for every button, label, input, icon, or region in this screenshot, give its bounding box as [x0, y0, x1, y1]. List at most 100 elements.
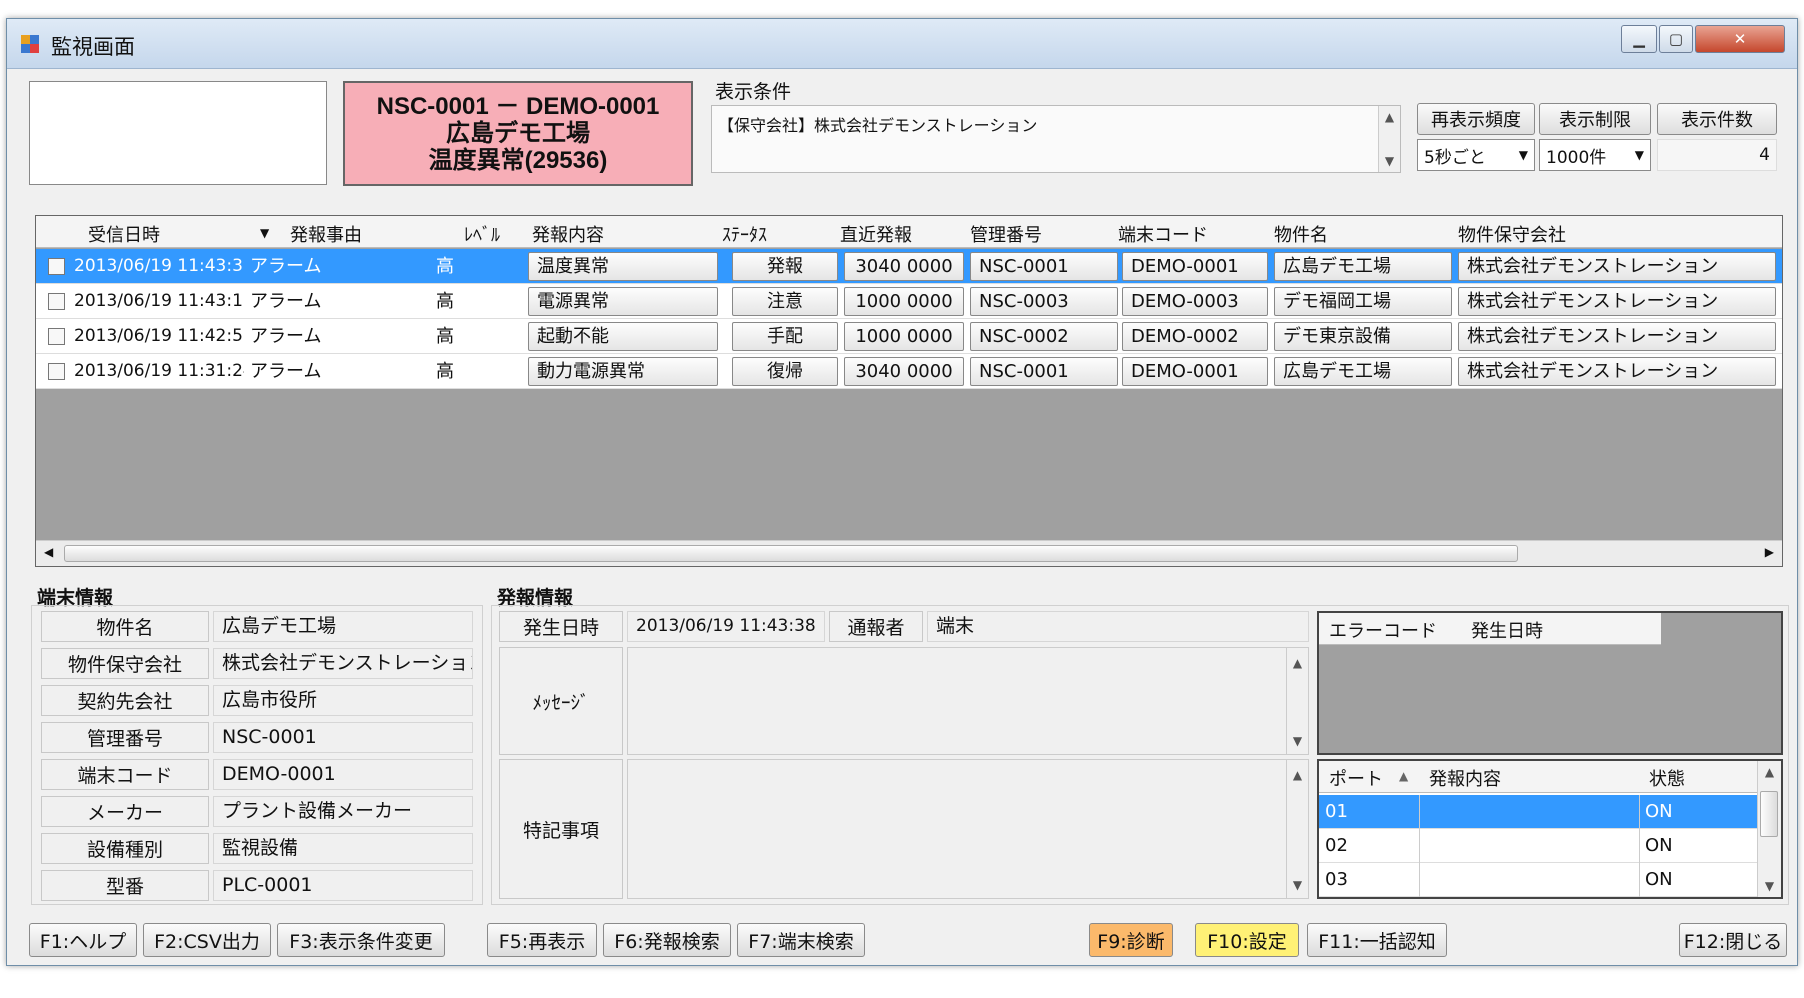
col-mgmt[interactable]: 管理番号 [970, 221, 1042, 247]
col-property[interactable]: 物件名 [1274, 221, 1328, 247]
message-scrollbar[interactable]: ▲ ▼ [1286, 648, 1308, 754]
col-port-state[interactable]: 状態 [1649, 765, 1685, 791]
f6-alarm-search-button[interactable]: F6:発報検索 [603, 923, 731, 957]
display-limit-select[interactable]: 1000件 ▼ [1539, 139, 1651, 171]
f3-condition-button[interactable]: F3:表示条件変更 [277, 923, 445, 957]
terminal-button[interactable]: DEMO-0002 [1122, 322, 1268, 351]
level-cell: 高 [436, 291, 454, 312]
table-row[interactable]: 2013/06/19 11:43:39 アラーム 高 温度異常 発報 3040 0000 N… [36, 249, 1782, 284]
list-item[interactable]: 03 ON [1319, 863, 1759, 897]
message-textbox[interactable]: ▲ ▼ [627, 647, 1309, 755]
table-row[interactable]: 2013/06/19 11:43:17 アラーム 高 電源異常 注意 1000 0000 N… [36, 284, 1782, 319]
refresh-rate-button[interactable]: 再表示頻度 [1417, 103, 1535, 135]
col-received[interactable]: 受信日時 [88, 221, 160, 247]
maximize-icon[interactable]: ▢ [1659, 25, 1693, 53]
row-checkbox[interactable] [48, 363, 65, 380]
refresh-rate-select[interactable]: 5秒ごと ▼ [1417, 139, 1535, 171]
company-button[interactable]: 株式会社デモンストレーション [1458, 287, 1776, 316]
company-button[interactable]: 株式会社デモンストレーション [1458, 252, 1776, 281]
scroll-left-icon[interactable]: ◀ [44, 545, 53, 559]
level-cell: 高 [436, 256, 454, 277]
scroll-up-icon[interactable]: ▲ [1287, 768, 1308, 782]
scroll-down-icon[interactable]: ▼ [1287, 878, 1308, 892]
status-button[interactable]: 発報 [732, 252, 838, 281]
content-button[interactable]: 起動不能 [528, 322, 718, 351]
list-item[interactable]: 01 ON [1319, 795, 1759, 829]
f9-diagnose-button[interactable]: F9:診断 [1089, 923, 1173, 957]
table-row[interactable]: 2013/06/19 11:42:50 アラーム 高 起動不能 手配 1000 0000 N… [36, 319, 1782, 354]
col-error-date[interactable]: 発生日時 [1471, 617, 1543, 643]
recent-button[interactable]: 1000 0000 [844, 287, 964, 316]
scroll-down-icon[interactable]: ▼ [1379, 154, 1400, 168]
col-terminal[interactable]: 端末コード [1118, 221, 1208, 247]
row-checkbox[interactable] [48, 293, 65, 310]
occurrence-date-value: 2013/06/19 11:43:38 [627, 611, 825, 642]
status-button[interactable]: 手配 [732, 322, 838, 351]
recent-button[interactable]: 1000 0000 [844, 322, 964, 351]
row-checkbox[interactable] [48, 328, 65, 345]
close-icon[interactable]: ✕ [1695, 25, 1785, 53]
col-recent[interactable]: 直近発報 [840, 221, 912, 247]
list-item[interactable]: 02 ON [1319, 829, 1759, 863]
col-port-content[interactable]: 発報内容 [1429, 765, 1501, 791]
col-error-code[interactable]: エラーコード [1329, 617, 1437, 643]
notes-textbox[interactable]: ▲ ▼ [627, 759, 1309, 899]
status-button[interactable]: 注意 [732, 287, 838, 316]
property-button[interactable]: デモ福岡工場 [1274, 287, 1452, 316]
col-company[interactable]: 物件保守会社 [1458, 221, 1566, 247]
minimize-icon[interactable]: ▁ [1621, 25, 1657, 53]
terminal-field-label: 物件名 [41, 611, 209, 642]
scroll-right-icon[interactable]: ▶ [1765, 545, 1774, 559]
company-button[interactable]: 株式会社デモンストレーション [1458, 322, 1776, 351]
terminal-button[interactable]: DEMO-0001 [1122, 357, 1268, 386]
filter-text-box[interactable]: 【保守会社】株式会社デモンストレーション ▲ ▼ [711, 105, 1401, 173]
notes-scrollbar[interactable]: ▲ ▼ [1286, 760, 1308, 898]
mgmt-button[interactable]: NSC-0001 [970, 252, 1118, 281]
chevron-down-icon: ▼ [1634, 148, 1644, 162]
col-port[interactable]: ポート [1329, 765, 1383, 791]
f2-csv-button[interactable]: F2:CSV出力 [143, 923, 271, 957]
col-content[interactable]: 発報内容 [532, 221, 604, 247]
mgmt-button[interactable]: NSC-0003 [970, 287, 1118, 316]
scroll-down-icon[interactable]: ▼ [1287, 734, 1308, 748]
scroll-thumb[interactable] [64, 545, 1518, 562]
property-button[interactable]: 広島デモ工場 [1274, 252, 1452, 281]
alarm-grid: 受信日時 ▼ 発報事由 ﾚﾍﾞﾙ 発報内容 ｽﾃｰﾀｽ 直近発報 管理番号 端末… [35, 215, 1783, 567]
col-status[interactable]: ｽﾃｰﾀｽ [722, 221, 767, 247]
f1-help-button[interactable]: F1:ヘルプ [29, 923, 137, 957]
chevron-down-icon: ▼ [1518, 148, 1528, 162]
status-button[interactable]: 復帰 [732, 357, 838, 386]
f12-close-button[interactable]: F12:閉じる [1679, 923, 1787, 957]
scroll-up-icon[interactable]: ▲ [1758, 765, 1781, 779]
terminal-field-value: 広島デモ工場 [213, 611, 473, 642]
port-list-scrollbar[interactable]: ▲ ▼ [1757, 761, 1781, 897]
mgmt-button[interactable]: NSC-0002 [970, 322, 1118, 351]
grid-horizontal-scrollbar[interactable]: ◀ ▶ [36, 540, 1782, 566]
terminal-button[interactable]: DEMO-0003 [1122, 287, 1268, 316]
content-button[interactable]: 温度異常 [528, 252, 718, 281]
col-reason[interactable]: 発報事由 [290, 221, 362, 247]
property-button[interactable]: 広島デモ工場 [1274, 357, 1452, 386]
filter-scrollbar[interactable]: ▲ ▼ [1378, 106, 1400, 172]
content-button[interactable]: 動力電源異常 [528, 357, 718, 386]
f10-settings-button[interactable]: F10:設定 [1195, 923, 1299, 957]
f5-refresh-button[interactable]: F5:再表示 [487, 923, 597, 957]
mgmt-button[interactable]: NSC-0001 [970, 357, 1118, 386]
table-row[interactable]: 2013/06/19 11:31:24 アラーム 高 動力電源異常 復帰 3040 000… [36, 354, 1782, 389]
f11-acknowledge-all-button[interactable]: F11:一括認知 [1307, 923, 1447, 957]
scroll-up-icon[interactable]: ▲ [1287, 656, 1308, 670]
property-button[interactable]: デモ東京設備 [1274, 322, 1452, 351]
col-level[interactable]: ﾚﾍﾞﾙ [464, 221, 500, 247]
scroll-thumb[interactable] [1760, 791, 1778, 837]
content-button[interactable]: 電源異常 [528, 287, 718, 316]
recent-button[interactable]: 3040 0000 [844, 252, 964, 281]
company-button[interactable]: 株式会社デモンストレーション [1458, 357, 1776, 386]
row-checkbox[interactable] [48, 258, 65, 275]
scroll-up-icon[interactable]: ▲ [1379, 110, 1400, 124]
display-count-button[interactable]: 表示件数 [1657, 103, 1777, 135]
f7-terminal-search-button[interactable]: F7:端末検索 [737, 923, 865, 957]
recent-button[interactable]: 3040 0000 [844, 357, 964, 386]
terminal-button[interactable]: DEMO-0001 [1122, 252, 1268, 281]
display-limit-button[interactable]: 表示制限 [1539, 103, 1651, 135]
scroll-down-icon[interactable]: ▼ [1758, 879, 1781, 893]
